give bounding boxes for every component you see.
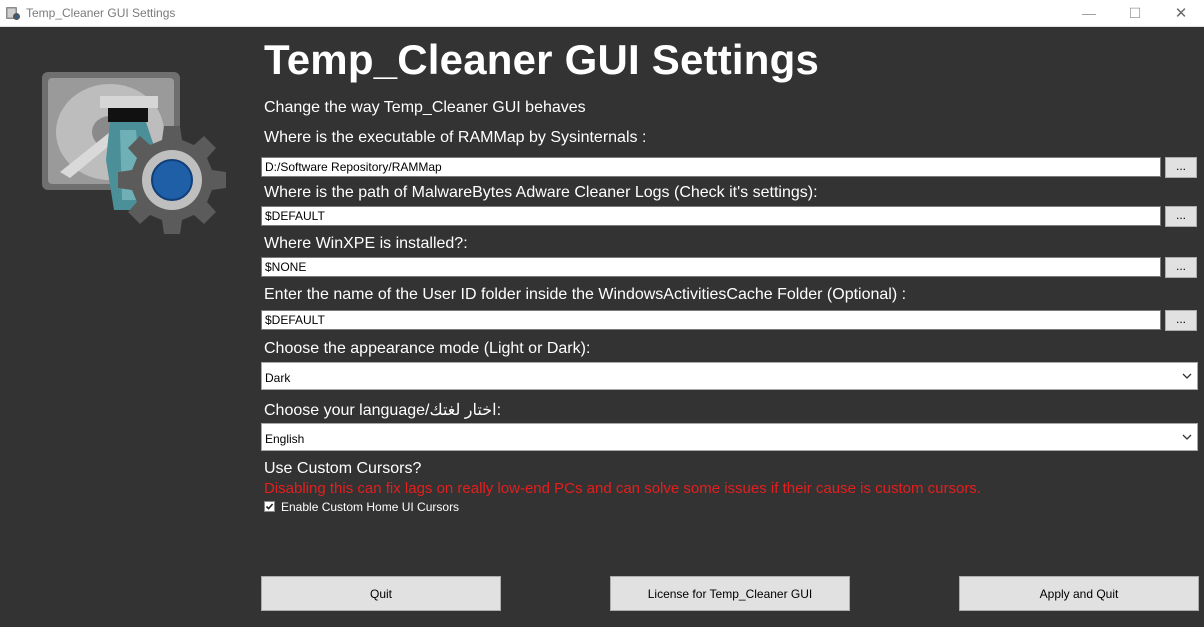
language-selected-value: English — [265, 432, 305, 446]
license-button[interactable]: License for Temp_Cleaner GUI — [610, 576, 850, 611]
language-select[interactable]: English — [261, 423, 1198, 451]
language-label: Choose your language/اختار لغتك: — [264, 402, 502, 419]
winxpe-label: Where WinXPE is installed?: — [264, 235, 468, 252]
rammap-path-field[interactable]: D:/Software Repository/RAMMap — [261, 157, 1161, 177]
custom-cursors-checkbox-label[interactable]: Enable Custom Home UI Cursors — [281, 500, 459, 514]
userid-browse-button[interactable]: ... — [1165, 310, 1197, 331]
rammap-browse-button[interactable]: ... — [1165, 157, 1197, 178]
winxpe-browse-button[interactable]: ... — [1165, 257, 1197, 278]
apply-and-quit-button[interactable]: Apply and Quit — [959, 576, 1199, 611]
adwcleaner-path-field[interactable]: $DEFAULT — [261, 206, 1161, 226]
minimize-button[interactable]: — — [1066, 0, 1112, 26]
cursors-label: Use Custom Cursors? — [264, 460, 422, 477]
adwcleaner-browse-button[interactable]: ... — [1165, 206, 1197, 227]
winxpe-path-field[interactable]: $NONE — [261, 257, 1161, 277]
app-icon — [6, 7, 20, 20]
appearance-selected-value: Dark — [265, 371, 291, 385]
page-subtitle: Change the way Temp_Cleaner GUI behaves — [264, 99, 586, 116]
rammap-label: Where is the executable of RAMMap by Sys… — [264, 129, 647, 146]
appearance-select[interactable]: Dark — [261, 362, 1198, 390]
quit-button[interactable]: Quit — [261, 576, 501, 611]
page-heading: Temp_Cleaner GUI Settings — [264, 36, 820, 83]
hdd-cleaner-gear-logo — [42, 72, 226, 234]
check-icon — [265, 503, 274, 510]
cursors-warning: Disabling this can fix lags on really lo… — [264, 480, 981, 497]
title-bar: Temp_Cleaner GUI Settings — ☐ ✕ — [0, 0, 1204, 27]
maximize-button[interactable]: ☐ — [1112, 0, 1158, 26]
adwcleaner-label: Where is the path of MalwareBytes Adware… — [264, 184, 818, 201]
window-title: Temp_Cleaner GUI Settings — [26, 6, 176, 20]
close-button[interactable]: ✕ — [1158, 0, 1204, 26]
userid-folder-field[interactable]: $DEFAULT — [261, 310, 1161, 330]
chevron-down-icon — [1182, 373, 1192, 379]
appearance-label: Choose the appearance mode (Light or Dar… — [264, 340, 591, 357]
userid-label: Enter the name of the User ID folder ins… — [264, 286, 907, 303]
custom-cursors-checkbox[interactable] — [264, 501, 275, 512]
chevron-down-icon — [1182, 434, 1192, 440]
